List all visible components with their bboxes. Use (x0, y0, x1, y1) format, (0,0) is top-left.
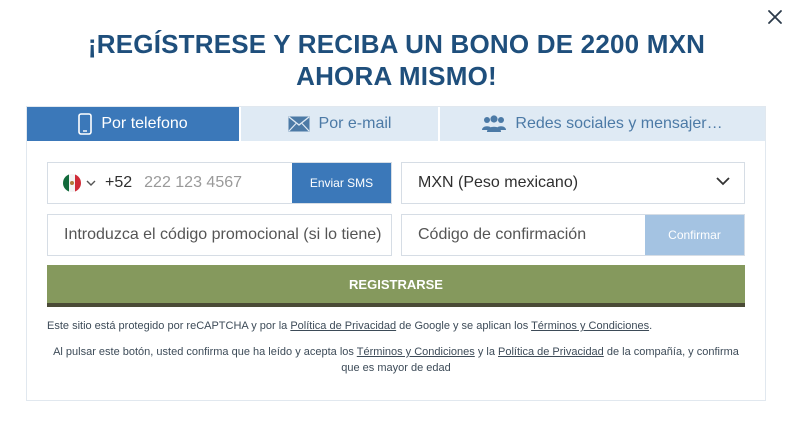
tab-email-label: Por e-mail (318, 115, 392, 132)
promo-code-input[interactable] (64, 226, 391, 244)
notice-text: de Google y se aplican los (396, 320, 532, 332)
tab-social[interactable]: Redes sociales y mensajer… (440, 107, 765, 141)
chevron-down-icon[interactable] (86, 180, 96, 187)
privacy-policy-link[interactable]: Política de Privacidad (498, 346, 604, 358)
notice-text: Al pulsar este botón, usted confirma que… (53, 346, 357, 358)
row-phone-currency: +52 Enviar SMS MXN (Peso mexicano) (47, 162, 745, 204)
page-title: ¡REGÍSTRESE Y RECIBA UN BONO DE 2200 MXN… (87, 29, 706, 91)
send-sms-button[interactable]: Enviar SMS (292, 163, 391, 203)
users-icon (482, 115, 507, 133)
tab-phone[interactable]: Por telefono (27, 107, 241, 141)
notice-text: y la (474, 346, 499, 358)
confirmation-code-field: Confirmar (401, 214, 745, 256)
terms-link[interactable]: Términos y Condiciones (531, 320, 649, 332)
tab-phone-label: Por telefono (101, 115, 188, 132)
chevron-down-icon (716, 177, 730, 186)
privacy-policy-link[interactable]: Política de Privacidad (290, 320, 396, 332)
notice-text: Este sitio está protegido por reCAPTCHA … (47, 320, 291, 332)
close-icon (768, 10, 782, 24)
notice-text: . (649, 320, 653, 332)
register-button[interactable]: REGISTRARSE (47, 265, 745, 307)
phone-icon (78, 113, 93, 135)
close-button[interactable] (764, 6, 786, 28)
country-code: +52 (105, 174, 133, 191)
registration-tabs: Por telefono Por e-mail Redes sociales y… (27, 107, 765, 141)
row-promo-confirm: Confirmar (47, 214, 745, 256)
terms-link[interactable]: Términos y Condiciones (357, 346, 475, 358)
recaptcha-notice: Este sitio está protegido por reCAPTCHA … (47, 318, 745, 334)
currency-select[interactable]: MXN (Peso mexicano) (401, 162, 745, 204)
envelope-icon (288, 116, 310, 132)
tab-email[interactable]: Por e-mail (241, 107, 440, 141)
promo-code-field (47, 214, 392, 256)
mexico-flag-icon[interactable] (63, 174, 81, 192)
confirm-button[interactable]: Confirmar (645, 215, 744, 255)
tab-social-label: Redes sociales y mensajer… (515, 115, 723, 132)
registration-panel: Por telefono Por e-mail Redes sociales y… (26, 106, 766, 401)
currency-value: MXN (Peso mexicano) (418, 174, 579, 191)
phone-input[interactable] (144, 174, 285, 192)
phone-field: +52 Enviar SMS (47, 162, 392, 204)
consent-notice: Al pulsar este botón, usted confirma que… (47, 344, 745, 376)
confirmation-code-input[interactable] (418, 226, 638, 244)
